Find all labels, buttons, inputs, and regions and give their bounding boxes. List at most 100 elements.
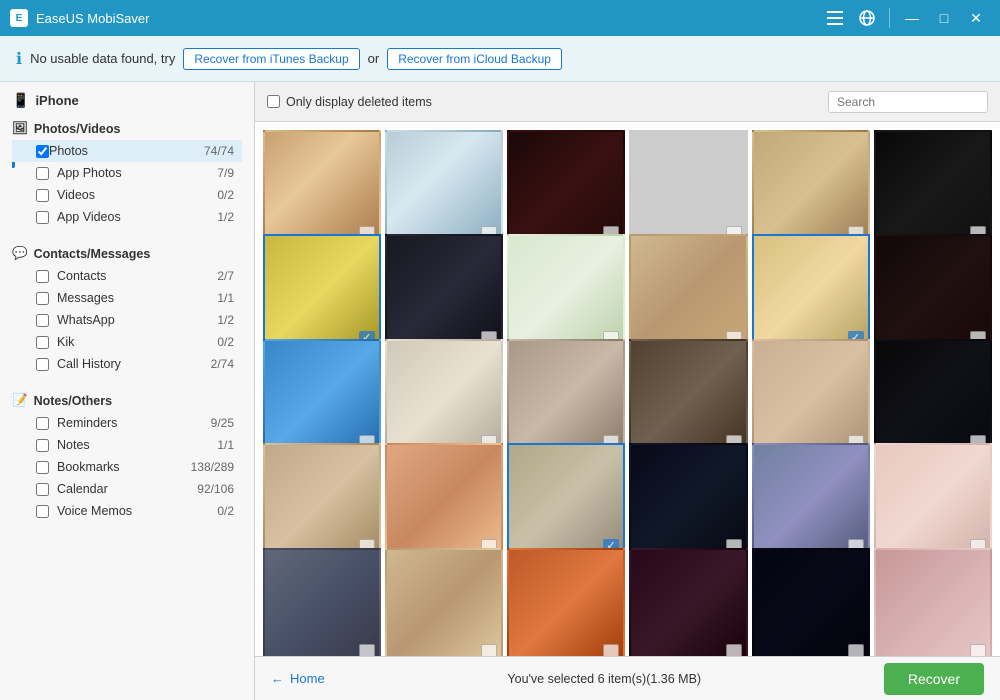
videos-checkbox[interactable] [36, 189, 49, 202]
photo-item[interactable] [263, 443, 381, 561]
sidebar: iPhone 🖼 Photos/Videos Photos 74/74 App … [0, 82, 255, 700]
photo-item[interactable] [629, 234, 747, 352]
titlebar: E EaseUS MobiSaver — □ ✕ [0, 0, 1000, 36]
maximize-button[interactable]: □ [930, 4, 958, 32]
photo-checkbox[interactable] [970, 644, 986, 656]
kik-checkbox[interactable] [36, 336, 49, 349]
sidebar-item-kik[interactable]: Kik 0/2 [12, 331, 242, 353]
recover-button[interactable]: Recover [884, 663, 984, 695]
app-logo: E [10, 9, 28, 27]
photo-item[interactable] [752, 443, 870, 561]
photo-item[interactable] [874, 130, 992, 248]
contacts-checkbox[interactable] [36, 270, 49, 283]
main-layout: iPhone 🖼 Photos/Videos Photos 74/74 App … [0, 82, 1000, 700]
notes-section-icon: 📝 [12, 393, 28, 408]
bottom-bar: ← Home You've selected 6 item(s)(1.36 MB… [255, 656, 1000, 700]
sidebar-item-call-history[interactable]: Call History 2/74 [12, 353, 242, 375]
search-input[interactable] [828, 91, 988, 113]
photo-item[interactable] [629, 130, 747, 248]
deleted-items-filter[interactable]: Only display deleted items [267, 95, 432, 109]
notes-checkbox[interactable] [36, 439, 49, 452]
sidebar-item-app-photos[interactable]: App Photos 7/9 [12, 162, 242, 184]
photo-checkbox[interactable] [481, 644, 497, 656]
photo-checkbox[interactable] [359, 644, 375, 656]
messages-label: Messages [57, 291, 217, 305]
photo-item[interactable] [385, 339, 503, 457]
photo-item[interactable] [263, 130, 381, 248]
photo-item[interactable] [507, 339, 625, 457]
section-header-notes: 📝 Notes/Others [12, 393, 242, 408]
calendar-checkbox[interactable] [36, 483, 49, 496]
call-history-checkbox[interactable] [36, 358, 49, 371]
sidebar-item-notes[interactable]: Notes 1/1 [12, 434, 242, 456]
photo-item[interactable] [507, 548, 625, 656]
photo-item[interactable]: ✓ [752, 234, 870, 352]
sidebar-item-reminders[interactable]: Reminders 9/25 [12, 412, 242, 434]
photo-item[interactable] [385, 234, 503, 352]
contacts-label: Contacts [57, 269, 217, 283]
deleted-items-label: Only display deleted items [286, 95, 432, 109]
photo-item[interactable] [752, 339, 870, 457]
photo-item[interactable] [874, 339, 992, 457]
notes-label: Notes [57, 438, 217, 452]
reminders-checkbox[interactable] [36, 417, 49, 430]
home-button[interactable]: ← Home [271, 671, 325, 686]
sidebar-item-contacts[interactable]: Contacts 2/7 [12, 265, 242, 287]
photo-item[interactable] [874, 548, 992, 656]
photo-item[interactable] [385, 130, 503, 248]
photo-item[interactable] [752, 130, 870, 248]
photo-item[interactable] [507, 130, 625, 248]
sidebar-item-voice-memos[interactable]: Voice Memos 0/2 [12, 500, 242, 522]
photo-item[interactable] [263, 548, 381, 656]
photos-checkbox[interactable] [36, 145, 49, 158]
sidebar-item-whatsapp[interactable]: WhatsApp 1/2 [12, 309, 242, 331]
sidebar-item-videos[interactable]: Videos 0/2 [12, 184, 242, 206]
app-photos-checkbox[interactable] [36, 167, 49, 180]
photo-item[interactable] [385, 443, 503, 561]
globe-icon[interactable] [853, 4, 881, 32]
sidebar-item-bookmarks[interactable]: Bookmarks 138/289 [12, 456, 242, 478]
divider-1 [0, 232, 254, 240]
photo-checkbox[interactable] [726, 644, 742, 656]
voice-memos-checkbox[interactable] [36, 505, 49, 518]
whatsapp-count: 1/2 [217, 313, 234, 327]
contacts-section-icon: 💬 [12, 246, 28, 261]
photo-item[interactable] [874, 443, 992, 561]
titlebar-left: E EaseUS MobiSaver [10, 9, 149, 27]
photo-item[interactable] [629, 443, 747, 561]
photo-item[interactable]: ✓ [507, 443, 625, 561]
photo-item[interactable] [874, 234, 992, 352]
videos-label: Videos [57, 188, 217, 202]
photo-item[interactable] [385, 548, 503, 656]
whatsapp-checkbox[interactable] [36, 314, 49, 327]
sidebar-item-messages[interactable]: Messages 1/1 [12, 287, 242, 309]
home-label: Home [290, 671, 325, 686]
photo-checkbox[interactable] [603, 644, 619, 656]
deleted-items-checkbox[interactable] [267, 95, 280, 108]
reminders-count: 9/25 [211, 416, 234, 430]
sidebar-item-app-videos[interactable]: App Videos 1/2 [12, 206, 242, 228]
photo-item[interactable] [507, 234, 625, 352]
close-button[interactable]: ✕ [962, 4, 990, 32]
photo-item[interactable] [752, 548, 870, 656]
sidebar-item-calendar[interactable]: Calendar 92/106 [12, 478, 242, 500]
menu-icon[interactable] [821, 4, 849, 32]
messages-checkbox[interactable] [36, 292, 49, 305]
home-arrow-icon: ← [271, 671, 284, 686]
photos-count: 74/74 [204, 144, 234, 158]
recover-icloud-button[interactable]: Recover from iCloud Backup [387, 48, 562, 70]
bookmarks-checkbox[interactable] [36, 461, 49, 474]
photo-item[interactable] [263, 339, 381, 457]
recover-itunes-button[interactable]: Recover from iTunes Backup [183, 48, 359, 70]
photo-item[interactable] [629, 339, 747, 457]
sidebar-section-photos: 🖼 Photos/Videos Photos 74/74 App Photos … [0, 115, 254, 232]
minimize-button[interactable]: — [898, 4, 926, 32]
app-videos-checkbox[interactable] [36, 211, 49, 224]
call-history-label: Call History [57, 357, 211, 371]
photo-checkbox[interactable] [848, 644, 864, 656]
photo-item[interactable]: ✓ [263, 234, 381, 352]
infobar-message: No usable data found, try [30, 51, 175, 66]
kik-count: 0/2 [217, 335, 234, 349]
sidebar-item-photos[interactable]: Photos 74/74 [12, 140, 242, 162]
photo-item[interactable] [629, 548, 747, 656]
